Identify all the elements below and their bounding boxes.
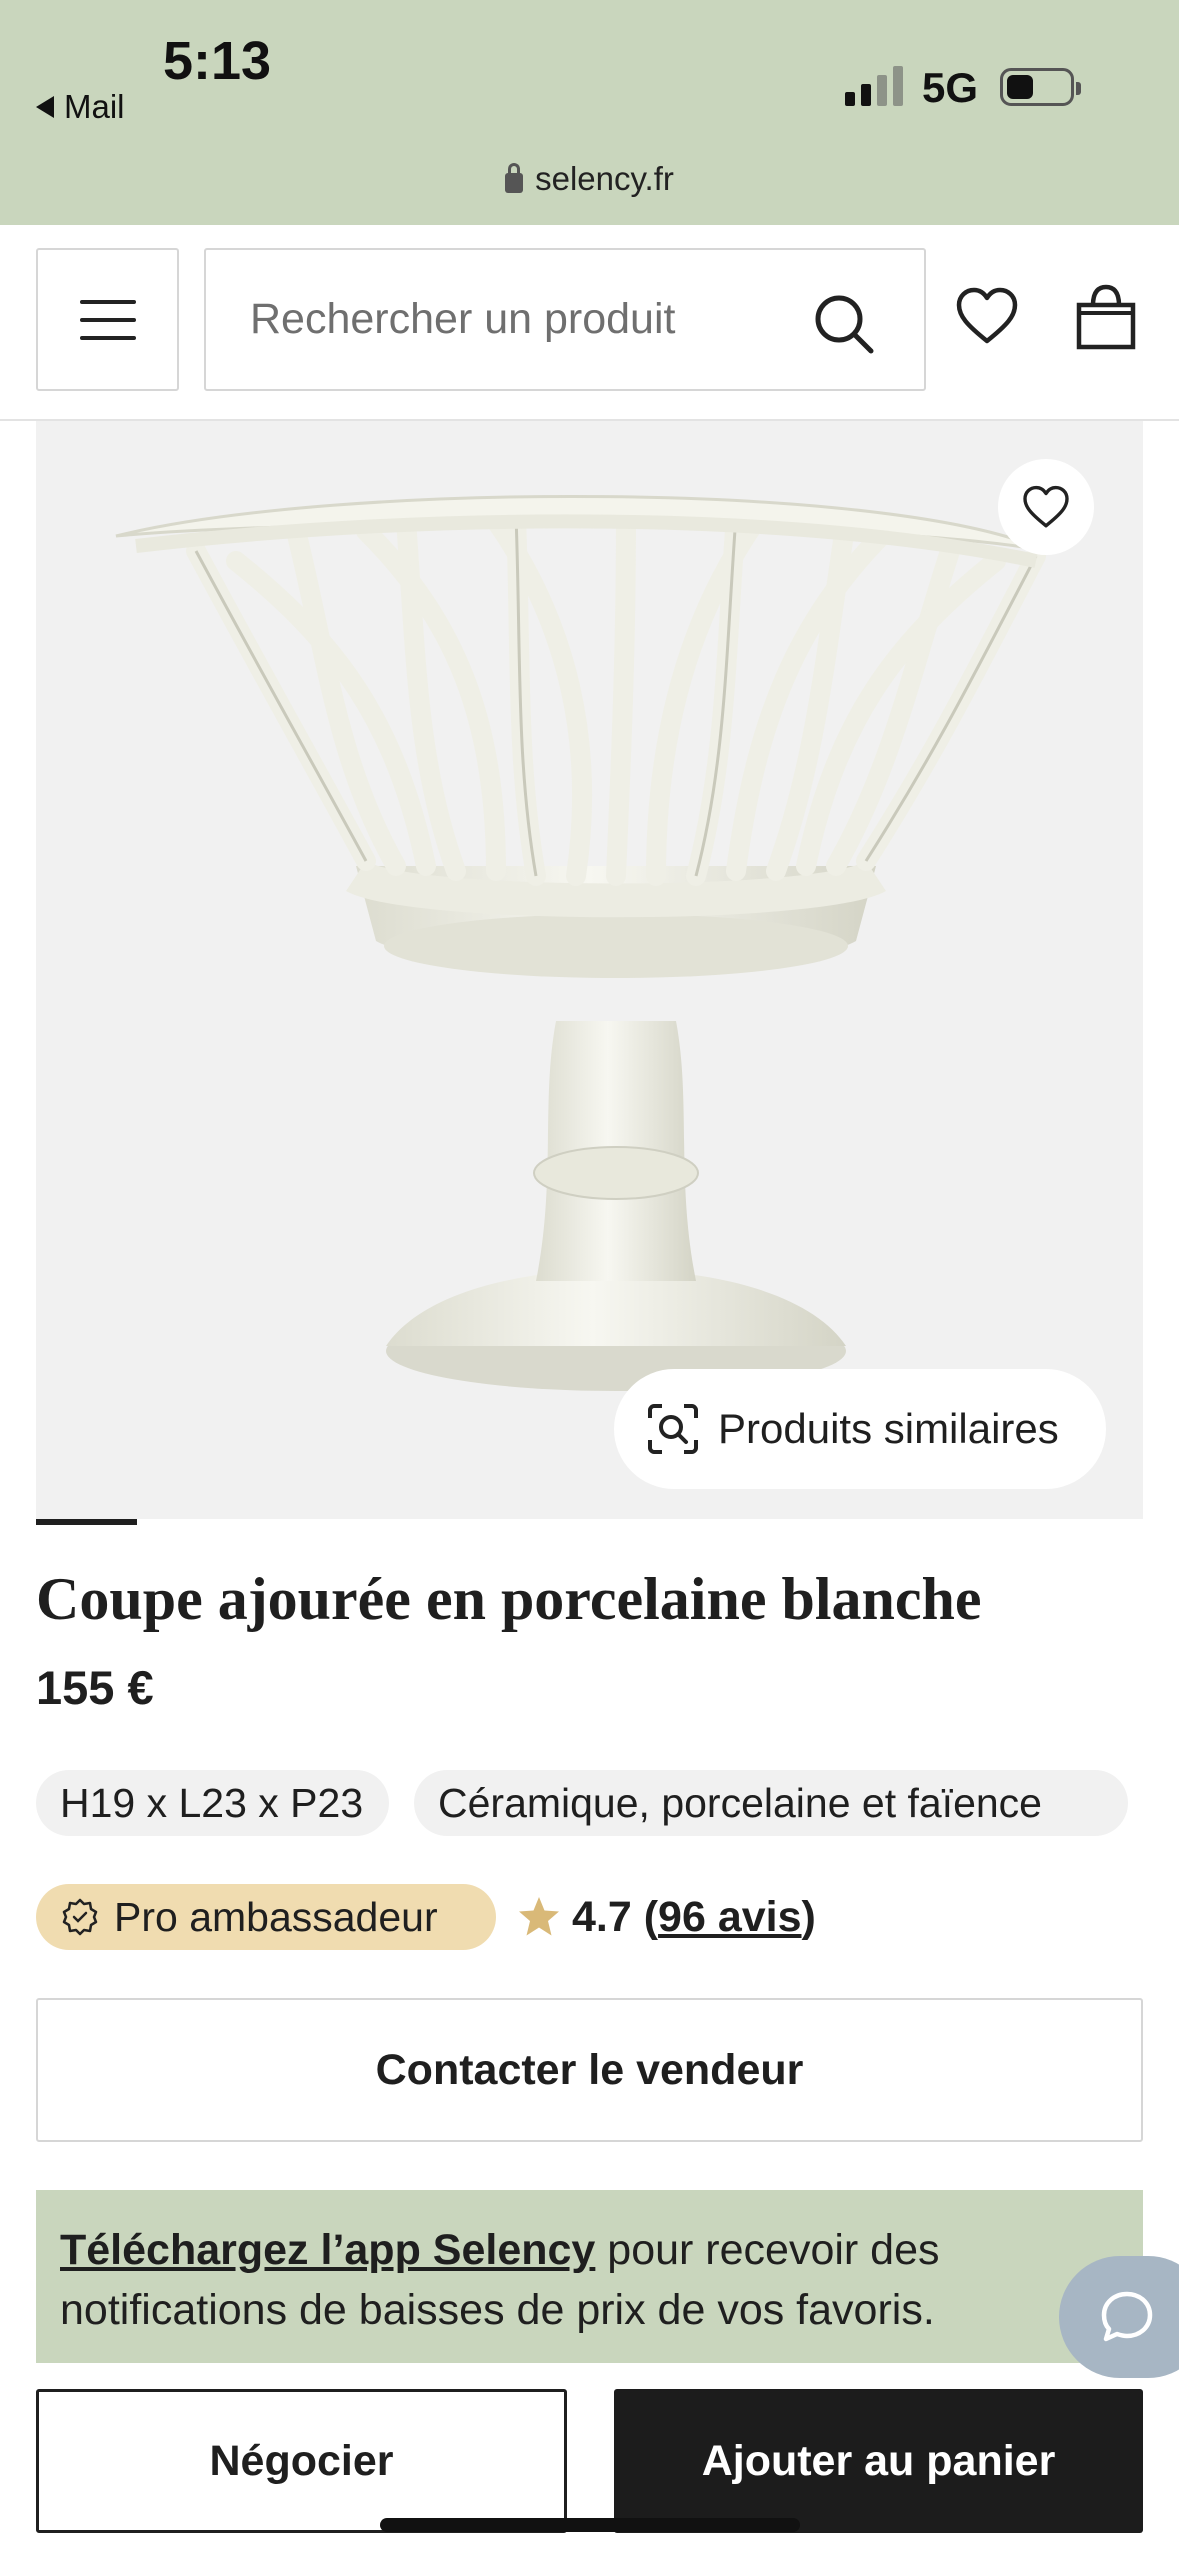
- back-triangle-icon: [36, 96, 54, 118]
- download-app-link[interactable]: Téléchargez l’app Selency: [60, 2226, 595, 2274]
- menu-button[interactable]: [36, 248, 179, 391]
- address-bar[interactable]: selency.fr: [0, 160, 1179, 198]
- lock-icon: [505, 163, 524, 193]
- network-type: 5G: [922, 64, 979, 111]
- certified-badge-icon: [62, 1898, 98, 1936]
- browser-chrome: Mail 5:13 5G selency.fr: [0, 0, 1179, 225]
- chat-bubble-icon: [1101, 2291, 1153, 2342]
- visual-search-icon: [648, 1404, 698, 1454]
- app-download-banner: Téléchargez l’app Selency pour recevoir …: [36, 2190, 1143, 2363]
- contact-seller-button[interactable]: Contacter le vendeur: [36, 1998, 1143, 2142]
- shopping-bag-icon[interactable]: [1075, 283, 1137, 351]
- search-input[interactable]: [250, 250, 770, 389]
- search-icon[interactable]: [812, 292, 876, 356]
- status-time: 5:13: [163, 31, 272, 91]
- dimensions-tag: H19 x L23 x P23: [36, 1770, 389, 1836]
- reviews-link[interactable]: 96 avis: [658, 1893, 801, 1941]
- back-to-mail-link[interactable]: Mail: [36, 88, 125, 126]
- favorite-button[interactable]: [998, 459, 1094, 555]
- star-icon: [519, 1897, 559, 1936]
- signal-strength-icon: [845, 64, 903, 106]
- url-text: selency.fr: [535, 160, 674, 197]
- pro-ambassador-label: Pro ambassadeur: [114, 1893, 438, 1940]
- porcelain-basket-illustration: [115, 494, 1047, 1391]
- similar-products-label: Produits similaires: [718, 1405, 1059, 1452]
- product-title: Coupe ajourée en porcelaine blanche: [36, 1566, 982, 1632]
- heart-icon: [1023, 485, 1069, 528]
- home-indicator[interactable]: [380, 2518, 800, 2532]
- product-image[interactable]: Produits similaires: [36, 421, 1143, 1519]
- rating-suffix: ): [801, 1892, 816, 1941]
- chat-button[interactable]: [1059, 2256, 1179, 2378]
- seller-rating: 4.7 (96 avis): [516, 1884, 816, 1950]
- site-header: [0, 225, 1179, 421]
- rating-value: 4.7 (: [572, 1892, 659, 1941]
- image-carousel-indicator[interactable]: [36, 1519, 137, 1525]
- similar-products-button[interactable]: Produits similaires: [614, 1369, 1106, 1489]
- battery-icon: [1000, 68, 1081, 106]
- add-to-cart-button[interactable]: Ajouter au panier: [614, 2389, 1143, 2533]
- category-tag[interactable]: Céramique, porcelaine et faïence: [414, 1770, 1128, 1836]
- negotiate-button[interactable]: Négocier: [36, 2389, 567, 2533]
- heart-icon[interactable]: [955, 285, 1019, 349]
- back-app-label: Mail: [64, 88, 125, 125]
- product-price: 155 €: [36, 1661, 154, 1714]
- search-box[interactable]: [204, 248, 926, 391]
- menu-icon: [79, 299, 136, 304]
- pro-ambassador-badge[interactable]: Pro ambassadeur: [36, 1884, 496, 1950]
